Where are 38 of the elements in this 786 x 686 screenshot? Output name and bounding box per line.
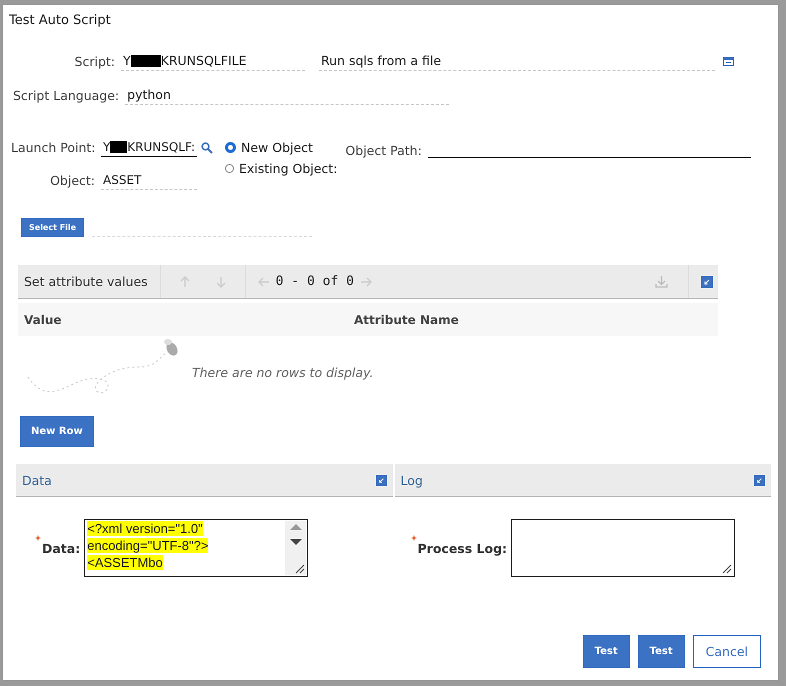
resize-grip-icon[interactable] bbox=[295, 564, 306, 574]
object-field[interactable]: ASSET bbox=[101, 171, 197, 190]
long-description-icon[interactable] bbox=[723, 56, 734, 66]
script-language-field[interactable]: python bbox=[125, 85, 450, 105]
test-button[interactable]: Test bbox=[582, 635, 630, 668]
text-area[interactable]: <?xml version="1.0" encoding="UTF-8"?> <ASSETMbo bbox=[84, 519, 308, 577]
cancel-button[interactable]: Cancel bbox=[692, 635, 761, 668]
field-label: Launch Point: bbox=[11, 140, 95, 155]
test-button[interactable]: Test bbox=[638, 635, 685, 668]
section-title[interactable]: Data bbox=[22, 472, 52, 488]
column-header: Attribute Name bbox=[354, 312, 459, 326]
field-label: Object: bbox=[49, 173, 95, 188]
field-label: Object Path: bbox=[345, 143, 422, 158]
column-header: Value bbox=[23, 312, 63, 326]
radio-label: Existing Object: bbox=[239, 161, 338, 176]
section-title[interactable]: Log bbox=[400, 472, 423, 488]
select-file-button[interactable]: Select File bbox=[21, 218, 84, 237]
field-label: Script Language: bbox=[13, 88, 120, 102]
new-row-button[interactable]: New Row bbox=[20, 416, 94, 447]
text-area[interactable] bbox=[511, 519, 736, 577]
radio-label: New Object bbox=[241, 140, 313, 155]
collapse-icon[interactable] bbox=[701, 276, 713, 288]
field-label: Process Log: bbox=[418, 540, 508, 556]
table-title: Set attribute values bbox=[23, 274, 149, 289]
search-icon[interactable] bbox=[201, 142, 213, 154]
radio-button[interactable] bbox=[225, 164, 234, 173]
launch-point-field[interactable]: Y KRUNSQLF: bbox=[101, 138, 197, 157]
dialog-title: Test Auto Script bbox=[9, 13, 112, 28]
empty-message: There are no rows to display. bbox=[192, 364, 374, 380]
pagination-text: 0 - 0 of 0 bbox=[276, 274, 354, 289]
collapse-icon[interactable] bbox=[376, 474, 386, 486]
field-label: Data: bbox=[42, 540, 80, 556]
radio-button[interactable] bbox=[225, 142, 236, 153]
script-field[interactable]: Y KRUNSQLFILE bbox=[121, 51, 305, 71]
field-label: Script: bbox=[74, 54, 115, 68]
resize-grip-icon[interactable] bbox=[722, 564, 732, 574]
collapse-icon[interactable] bbox=[754, 474, 765, 486]
description-field[interactable]: Run sqls from a file bbox=[319, 51, 715, 71]
